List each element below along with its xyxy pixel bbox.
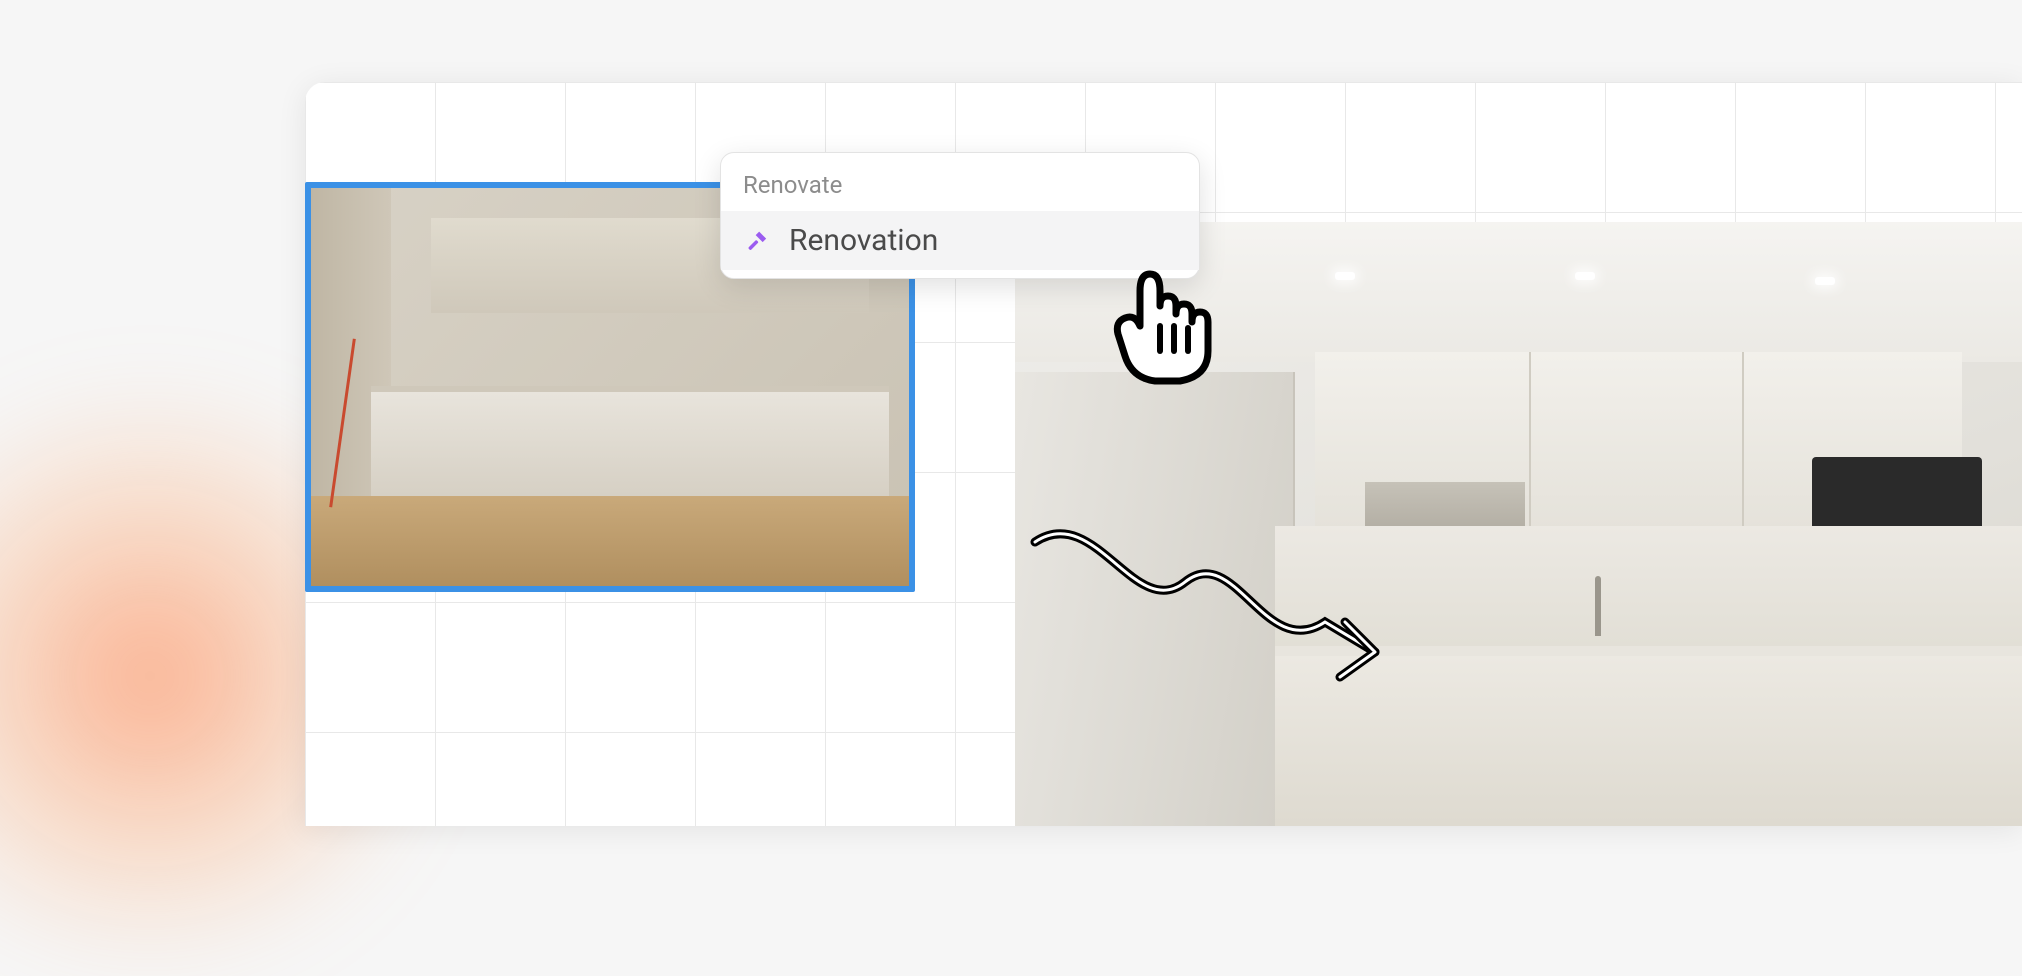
- command-menu-query: Renovate: [721, 167, 1199, 211]
- menu-item-renovation[interactable]: Renovation: [721, 211, 1199, 270]
- command-menu[interactable]: Renovate Renovation: [720, 152, 1200, 279]
- hammer-icon: [743, 226, 773, 256]
- menu-item-label: Renovation: [789, 223, 938, 258]
- after-image[interactable]: [1015, 222, 2022, 826]
